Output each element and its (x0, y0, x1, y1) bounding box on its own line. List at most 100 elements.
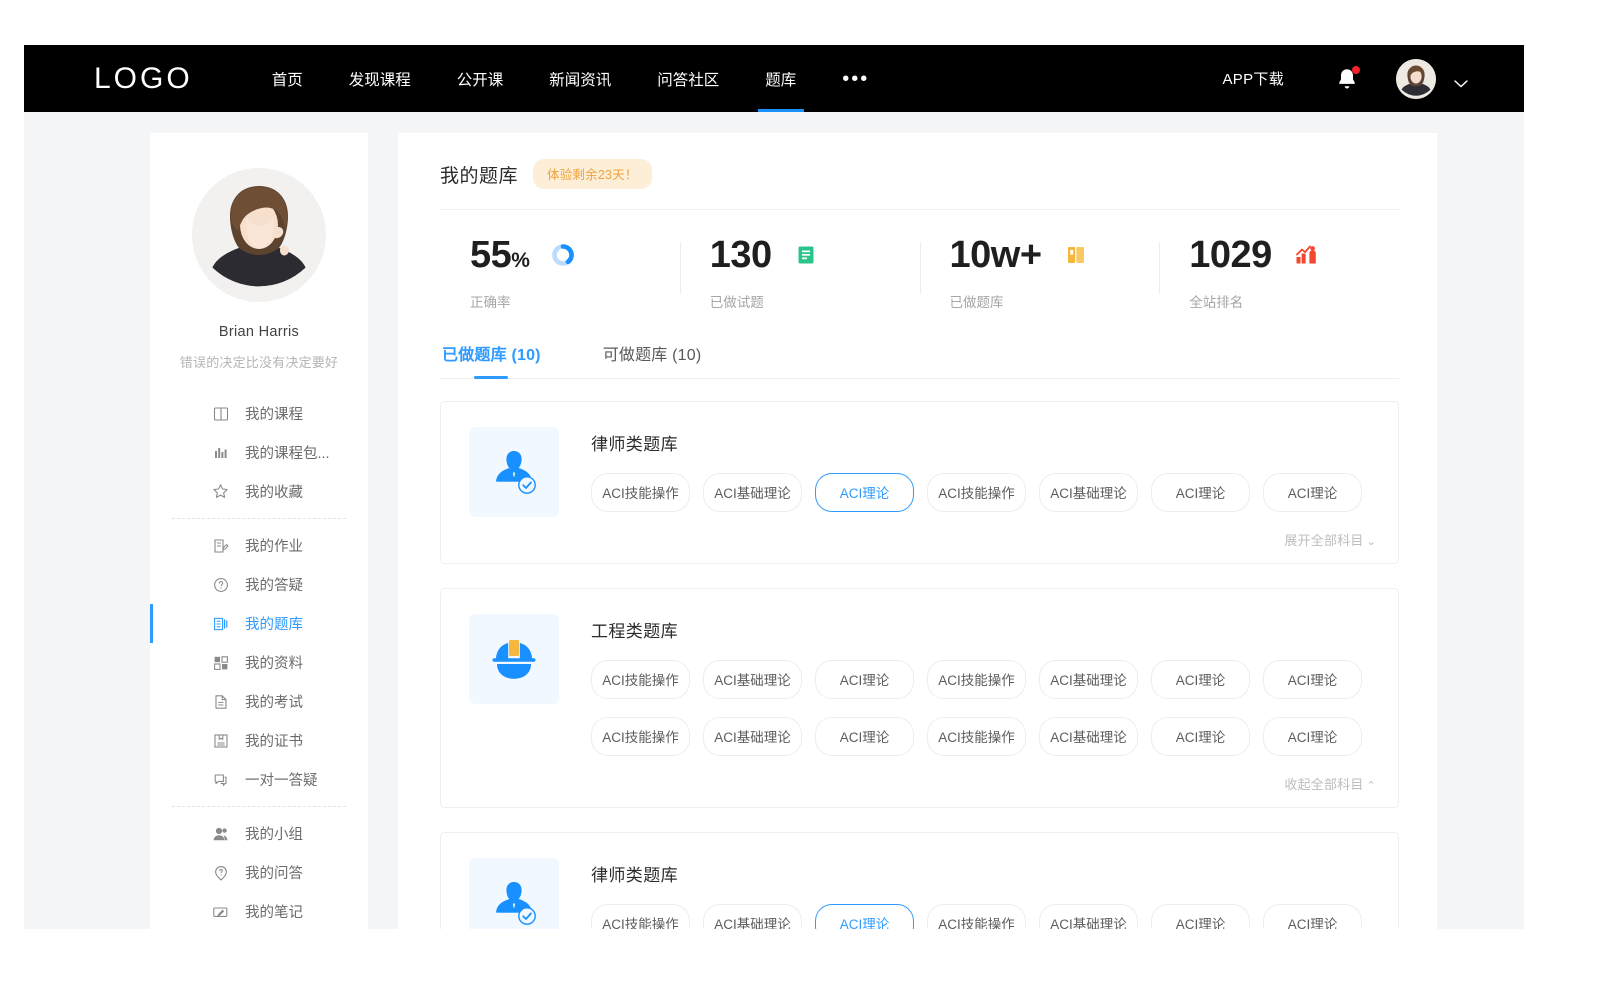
sidebar-item-label: 我的考试 (245, 691, 303, 712)
subject-tag[interactable]: ACI基础理论 (1039, 660, 1138, 699)
expand-subjects-label: 收起全部科目 (1284, 777, 1363, 792)
sidebar-item-9[interactable]: 一对一答疑 (150, 760, 368, 799)
subject-tag[interactable]: ACI技能操作 (927, 660, 1026, 699)
sidebar-item-0[interactable]: 我的课程 (150, 394, 368, 433)
nav-item-1[interactable]: 发现课程 (349, 45, 411, 112)
question-circle-icon (212, 576, 229, 593)
question-bank-card[interactable]: 工程类题库ACI技能操作ACI基础理论ACI理论ACI技能操作ACI基础理论AC… (440, 588, 1399, 808)
subject-tag[interactable]: ACI技能操作 (927, 473, 1026, 512)
app-page: LOGO 首页发现课程公开课新闻资讯问答社区题库 ••• APP下载 (24, 45, 1524, 929)
nav-more-icon[interactable]: ••• (842, 45, 869, 112)
tab-1[interactable]: 可做题库 (10) (601, 341, 704, 378)
subject-tag[interactable]: ACI技能操作 (927, 904, 1026, 929)
subject-tag[interactable]: ACI理论 (1151, 660, 1250, 699)
lawyer-verified-icon (469, 427, 559, 517)
tab-0[interactable]: 已做题库 (10) (440, 341, 543, 378)
sidebar-item-2[interactable]: 我的收藏 (150, 472, 368, 511)
subject-tag[interactable]: ACI基础理论 (703, 717, 802, 756)
avatar[interactable] (1396, 59, 1436, 99)
stat-top: 10w+ (950, 236, 1160, 274)
bell-icon[interactable] (1336, 67, 1358, 91)
stat-card-3: 1029全站排名 (1159, 236, 1399, 311)
sidebar-item-label: 我的证书 (245, 730, 303, 751)
subject-tag[interactable]: ACI理论 (1263, 660, 1362, 699)
sidebar-item-8[interactable]: 我的证书 (150, 721, 368, 760)
nav-item-0[interactable]: 首页 (272, 45, 303, 112)
navbar-right: APP下载 (1222, 45, 1468, 112)
sidebar-item-1[interactable]: 我的课程包... (150, 433, 368, 472)
subject-tag[interactable]: ACI理论 (815, 904, 914, 929)
subject-tag[interactable]: ACI理论 (815, 717, 914, 756)
nav-item-4[interactable]: 问答社区 (657, 45, 719, 112)
site-logo[interactable]: LOGO (94, 62, 193, 96)
sidebar-item-label: 一对一答疑 (245, 769, 318, 790)
stat-number: 130 (710, 234, 772, 276)
subject-tag[interactable]: ACI理论 (1151, 717, 1250, 756)
subject-tag[interactable]: ACI技能操作 (927, 717, 1026, 756)
subject-tag[interactable]: ACI基础理论 (1039, 717, 1138, 756)
nav-item-2[interactable]: 公开课 (457, 45, 504, 112)
stat-top: 55% (470, 236, 680, 274)
book-icon (212, 405, 229, 422)
sidebar-item-label: 我的课程包... (245, 442, 330, 463)
chevron-down-icon[interactable] (1454, 75, 1468, 83)
question-bank-list: 律师类题库 ACI技能操作 ACI基础理论 ACI理论 ACI技能操作 ACI基础理论 AC… (440, 379, 1399, 929)
red-rank-icon (1293, 242, 1319, 268)
question-bank-card[interactable]: 律师类题库ACI技能操作ACI基础理论ACI理论ACI技能操作ACI基础理论AC… (440, 832, 1399, 929)
sidebar-item-5[interactable]: 我的题库 (150, 604, 368, 643)
sidebar-item-10[interactable]: 我的小组 (150, 814, 368, 853)
subject-tag[interactable]: ACI理论 (815, 473, 914, 512)
profile-motto: 错误的决定比没有决定要好 (168, 352, 350, 371)
expand-subjects-link[interactable]: 收起全部科目⌃ (591, 774, 1376, 793)
stat-card-1: 130 已做试题 (680, 236, 920, 311)
card-title: 律师类题库 (591, 430, 1376, 455)
subject-tag[interactable]: ACI理论 (1263, 904, 1362, 929)
stat-label: 已做试题 (710, 291, 920, 311)
subject-tag[interactable]: ACI理论 (815, 660, 914, 699)
subject-tag[interactable]: ACI基础理论 (703, 473, 802, 512)
subject-tag[interactable]: ACI技能操作 (591, 904, 690, 929)
subject-tag[interactable]: ACI理论 (1151, 473, 1250, 512)
page-title: 我的题库 (440, 161, 518, 188)
sidebar-item-4[interactable]: 我的答疑 (150, 565, 368, 604)
homework-icon (212, 537, 229, 554)
profile-photo[interactable] (192, 168, 326, 302)
subject-tag[interactable]: ACI理论 (1263, 473, 1362, 512)
sidebar-item-11[interactable]: 我的问答 (150, 853, 368, 892)
subject-tag[interactable]: ACI基础理论 (703, 660, 802, 699)
sidebar: Brian Harris 错误的决定比没有决定要好 我的课程我的课程包... 我的… (150, 133, 368, 929)
app-download-link[interactable]: APP下载 (1222, 68, 1284, 89)
subject-tag[interactable]: ACI基础理论 (1039, 473, 1138, 512)
main-content: 我的题库 体验剩余23天！ 55%正确率130已做试题10w+已做题库1029全… (398, 133, 1437, 929)
nav-item-3[interactable]: 新闻资讯 (549, 45, 611, 112)
card-body: 律师类题库 ACI技能操作 ACI基础理论 ACI理论 ACI技能操作 ACI基础理论 AC… (591, 427, 1376, 549)
sidebar-item-7[interactable]: 我的考试 (150, 682, 368, 721)
stat-top: 1029 (1189, 236, 1399, 274)
sidebar-item-label: 我的收藏 (245, 481, 303, 502)
nav-item-5[interactable]: 题库 (765, 45, 796, 112)
profile-block: Brian Harris 错误的决定比没有决定要好 (150, 168, 368, 371)
subject-tag[interactable]: ACI技能操作 (591, 473, 690, 512)
subject-tag[interactable]: ACI基础理论 (1039, 904, 1138, 929)
expand-subjects-link[interactable]: 展开全部科目⌄ (591, 530, 1376, 549)
sidebar-item-label: 我的笔记 (245, 901, 303, 922)
subject-tag[interactable]: ACI技能操作 (591, 717, 690, 756)
chevron-toggle-icon: ⌄ (1367, 536, 1376, 548)
sidebar-item-label: 我的小组 (245, 823, 303, 844)
subject-tag[interactable]: ACI理论 (1151, 904, 1250, 929)
subject-tag[interactable]: ACI基础理论 (703, 904, 802, 929)
stat-card-0: 55%正确率 (440, 236, 680, 311)
sidebar-item-12[interactable]: 我的笔记 (150, 892, 368, 929)
sidebar-item-6[interactable]: 我的资料 (150, 643, 368, 682)
green-book-icon (793, 242, 819, 268)
sidebar-item-label: 我的问答 (245, 862, 303, 883)
question-bank-card[interactable]: 律师类题库 ACI技能操作 ACI基础理论 ACI理论 ACI技能操作 ACI基础理论 AC… (440, 401, 1399, 564)
yellow-book-icon (1063, 242, 1089, 268)
content-tabs: 已做题库 (10) 可做题库 (10) (440, 341, 1399, 379)
subject-tag[interactable]: ACI技能操作 (591, 660, 690, 699)
lawyer-verified-icon (469, 858, 559, 929)
sidebar-item-3[interactable]: 我的作业 (150, 526, 368, 565)
card-body: 律师类题库ACI技能操作ACI基础理论ACI理论ACI技能操作ACI基础理论AC… (591, 858, 1376, 929)
certificate-icon (212, 732, 229, 749)
subject-tag[interactable]: ACI理论 (1263, 717, 1362, 756)
